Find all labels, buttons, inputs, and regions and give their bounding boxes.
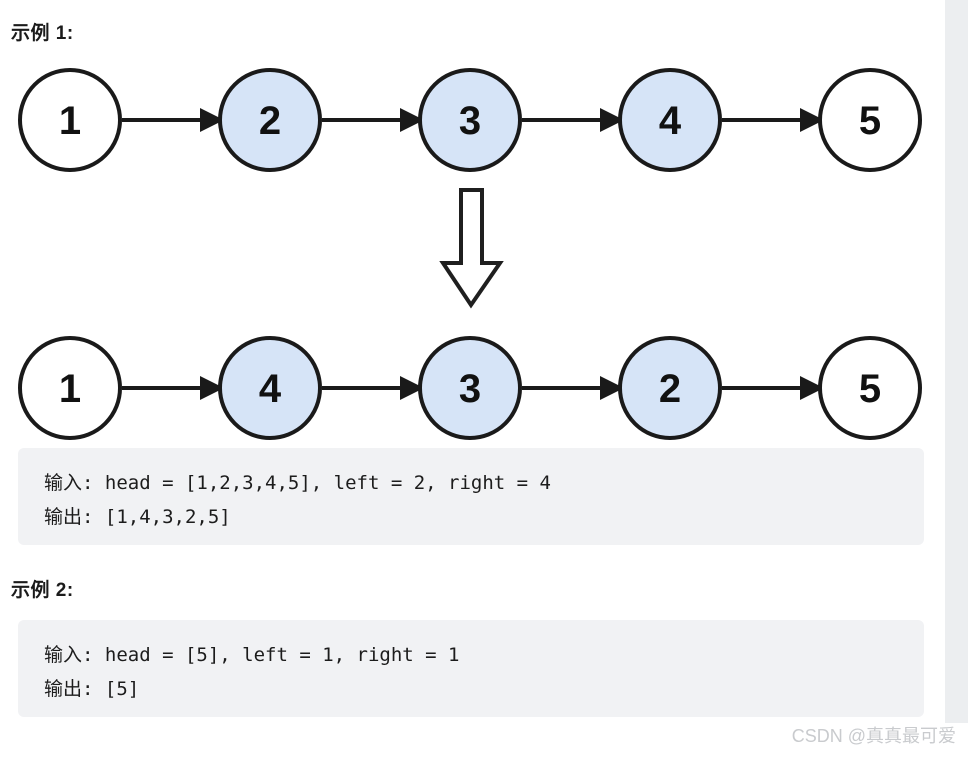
node-label: 5 bbox=[859, 367, 881, 411]
link-arrow-2-5 bbox=[722, 376, 824, 400]
node-label: 4 bbox=[659, 99, 682, 143]
link-arrow-1-4 bbox=[122, 376, 224, 400]
list-node: 3 bbox=[418, 336, 522, 440]
node-label: 2 bbox=[259, 99, 281, 143]
list-node: 5 bbox=[818, 68, 922, 172]
watermark: CSDN @真真最可爱 bbox=[791, 726, 956, 746]
code-line-input: 输入: head = [1,2,3,4,5], left = 2, right … bbox=[44, 472, 551, 494]
code-line-output: 输出: [1,4,3,2,5] bbox=[44, 506, 231, 528]
list-node: 1 bbox=[18, 336, 122, 440]
list-node: 2 bbox=[218, 68, 322, 172]
link-arrow-2-3 bbox=[322, 108, 424, 132]
node-label: 1 bbox=[59, 99, 81, 143]
down-arrow-icon bbox=[439, 188, 504, 309]
list-node: 1 bbox=[18, 68, 122, 172]
link-arrow-3-4 bbox=[522, 108, 624, 132]
scroll-gutter[interactable] bbox=[945, 0, 968, 723]
example-2-heading: 示例 2: bbox=[11, 580, 74, 601]
link-arrow-4-3 bbox=[322, 376, 424, 400]
linked-list-row-output: 1 4 3 2 5 bbox=[18, 336, 922, 440]
list-node: 5 bbox=[818, 336, 922, 440]
node-label: 4 bbox=[259, 367, 282, 411]
link-arrow-3-2 bbox=[522, 376, 624, 400]
link-arrow-1-2 bbox=[122, 108, 224, 132]
content-page: 示例 1: 1 2 3 4 5 1 4 3 2 5 输入: head = [1,… bbox=[0, 0, 945, 758]
node-label: 1 bbox=[59, 367, 81, 411]
example-2-code-block: 输入: head = [5], left = 1, right = 1 输出: … bbox=[18, 620, 924, 717]
node-label: 3 bbox=[459, 367, 481, 411]
linked-list-row-input: 1 2 3 4 5 bbox=[18, 68, 922, 172]
linked-list-diagram: 1 2 3 4 5 1 4 3 2 5 bbox=[0, 50, 945, 440]
list-node: 2 bbox=[618, 336, 722, 440]
code-line-input: 输入: head = [5], left = 1, right = 1 bbox=[44, 644, 460, 666]
example-1-code-block: 输入: head = [1,2,3,4,5], left = 2, right … bbox=[18, 448, 924, 545]
example-1-heading: 示例 1: bbox=[11, 23, 74, 44]
list-node: 4 bbox=[618, 68, 722, 172]
node-label: 3 bbox=[459, 99, 481, 143]
node-label: 5 bbox=[859, 99, 881, 143]
code-line-output: 输出: [5] bbox=[44, 678, 140, 700]
node-label: 2 bbox=[659, 367, 681, 411]
list-node: 3 bbox=[418, 68, 522, 172]
link-arrow-4-5 bbox=[722, 108, 824, 132]
list-node: 4 bbox=[218, 336, 322, 440]
